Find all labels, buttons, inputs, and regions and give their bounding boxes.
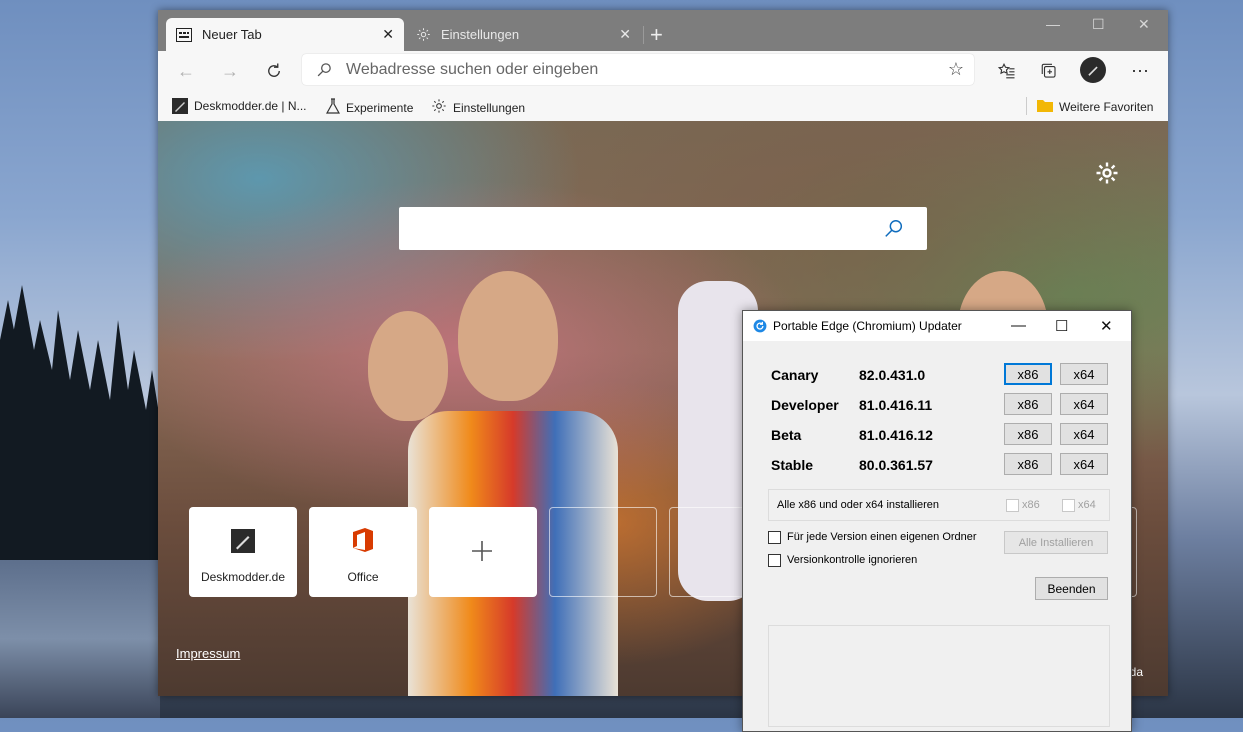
favorite-experimente[interactable]: Experimente	[325, 98, 414, 117]
more-options-icon[interactable]: ⋯	[1128, 59, 1152, 83]
deskmodder-extension-icon[interactable]	[1080, 57, 1106, 83]
close-window-button[interactable]: ✕	[1138, 16, 1150, 33]
page-settings-gear-icon[interactable]	[1095, 161, 1119, 192]
close-tab-icon[interactable]: ✕	[619, 26, 631, 43]
address-placeholder: Webadresse suchen oder eingeben	[346, 60, 599, 78]
other-favorites[interactable]: Weitere Favoriten	[1037, 98, 1153, 115]
dialog-titlebar: Portable Edge (Chromium) Updater — ☐ ✕	[743, 311, 1131, 341]
search-icon[interactable]	[883, 218, 905, 245]
channel-row-developer: Developer 81.0.416.11	[771, 394, 932, 416]
desktop-lake	[0, 560, 160, 718]
tab-settings[interactable]: Einstellungen ✕	[405, 18, 641, 51]
favorites-bar: Deskmodder.de | N... Experimente Einstel…	[158, 91, 1168, 121]
favorite-einstellungen[interactable]: Einstellungen	[431, 98, 525, 117]
impressum-link[interactable]: Impressum	[176, 646, 240, 661]
refresh-icon[interactable]	[262, 59, 286, 83]
beta-x64-button[interactable]: x64	[1060, 423, 1108, 445]
channel-name: Stable	[771, 457, 814, 473]
empty-quicklink-slot	[549, 507, 657, 597]
dialog-close-button[interactable]: ✕	[1100, 317, 1113, 335]
plus-icon	[471, 540, 493, 565]
developer-x86-button[interactable]: x86	[1004, 393, 1052, 415]
install-all-x64-checkbox[interactable]	[1062, 499, 1075, 512]
tab-strip: Neuer Tab ✕ Einstellungen ✕ + — ☐ ✕	[158, 10, 1168, 51]
close-tab-icon[interactable]: ✕	[382, 26, 394, 43]
channel-row-canary: Canary 82.0.431.0	[771, 364, 925, 386]
favbar-separator	[1026, 97, 1027, 115]
background-figure	[458, 271, 558, 401]
tile-label: Office	[347, 570, 379, 584]
gear-icon	[431, 98, 447, 117]
channel-name: Developer	[771, 397, 839, 413]
folder-icon	[1037, 98, 1053, 115]
install-all-x86-checkbox[interactable]	[1006, 499, 1019, 512]
channel-row-stable: Stable 80.0.361.57	[771, 454, 933, 476]
web-search-box[interactable]	[399, 207, 927, 250]
gear-icon	[415, 27, 431, 43]
newtab-page-icon	[176, 27, 192, 43]
channel-version: 82.0.431.0	[859, 367, 926, 383]
channel-version: 81.0.416.11	[859, 397, 933, 413]
own-folder-checkbox[interactable]	[768, 531, 781, 544]
stable-x64-button[interactable]: x64	[1060, 453, 1108, 475]
exit-button[interactable]: Beenden	[1035, 577, 1108, 600]
favorite-deskmodder[interactable]: Deskmodder.de | N...	[172, 98, 307, 114]
canary-x86-button[interactable]: x86	[1004, 363, 1052, 385]
tab-new-tab[interactable]: Neuer Tab ✕	[166, 18, 404, 51]
collections-icon[interactable]	[1037, 59, 1061, 83]
quicklink-tile-office[interactable]: Office	[309, 507, 417, 597]
maximize-button[interactable]: ☐	[1092, 16, 1105, 33]
office-logo-icon	[351, 527, 375, 556]
minimize-button[interactable]: —	[1046, 16, 1060, 32]
flask-icon	[325, 98, 341, 117]
tab-separator	[643, 26, 644, 44]
new-tab-button[interactable]: +	[650, 22, 663, 48]
back-arrow-icon[interactable]: ←	[174, 59, 198, 83]
deskmodder-icon	[231, 529, 255, 553]
channel-version: 81.0.416.12	[859, 427, 933, 443]
channel-version: 80.0.361.57	[859, 457, 933, 473]
dialog-maximize-button[interactable]: ☐	[1055, 317, 1068, 335]
search-icon	[316, 61, 333, 83]
checkbox-label: x64	[1078, 499, 1096, 511]
channel-name: Beta	[771, 427, 802, 443]
beta-x86-button[interactable]: x86	[1004, 423, 1052, 445]
favorites-list-icon[interactable]	[995, 59, 1019, 83]
deskmodder-icon	[172, 98, 188, 114]
background-figure	[368, 311, 448, 421]
updater-dialog: Portable Edge (Chromium) Updater — ☐ ✕ C…	[742, 310, 1132, 732]
log-output-box	[768, 625, 1110, 727]
checkbox-label: x86	[1022, 499, 1040, 511]
install-all-button[interactable]: Alle Installieren	[1004, 531, 1108, 554]
ignore-version-checkbox[interactable]	[768, 554, 781, 567]
own-folder-label: Für jede Version einen eigenen Ordner	[787, 531, 977, 543]
install-all-text: Alle x86 und oder x64 installieren	[777, 499, 940, 511]
forward-arrow-icon[interactable]: →	[218, 59, 242, 83]
tab-label: Einstellungen	[441, 27, 520, 42]
star-icon[interactable]: ☆	[948, 59, 964, 80]
navigation-toolbar: ← → Webadresse suchen oder eingeben ☆ ⋯	[158, 51, 1168, 91]
channel-row-beta: Beta 81.0.416.12	[771, 424, 933, 446]
developer-x64-button[interactable]: x64	[1060, 393, 1108, 415]
dialog-title: Portable Edge (Chromium) Updater	[773, 319, 962, 333]
ignore-version-label: Versionkontrolle ignorieren	[787, 554, 918, 566]
tile-label: Deskmodder.de	[200, 570, 286, 584]
favorite-label: Deskmodder.de | N...	[194, 99, 307, 113]
install-all-group: Alle x86 und oder x64 installieren x86 x…	[768, 489, 1110, 521]
canary-x64-button[interactable]: x64	[1060, 363, 1108, 385]
channel-name: Canary	[771, 367, 819, 383]
add-quicklink-tile[interactable]	[429, 507, 537, 597]
quicklink-tile-deskmodder[interactable]: Deskmodder.de	[189, 507, 297, 597]
dialog-minimize-button[interactable]: —	[1011, 317, 1026, 334]
other-favorites-label: Weitere Favoriten	[1059, 99, 1154, 114]
refresh-app-icon	[753, 319, 767, 333]
tab-label: Neuer Tab	[202, 27, 262, 42]
stable-x86-button[interactable]: x86	[1004, 453, 1052, 475]
favorite-label: Einstellungen	[453, 100, 526, 115]
favorite-label: Experimente	[346, 100, 414, 115]
address-bar[interactable]: Webadresse suchen oder eingeben ☆	[302, 54, 974, 85]
